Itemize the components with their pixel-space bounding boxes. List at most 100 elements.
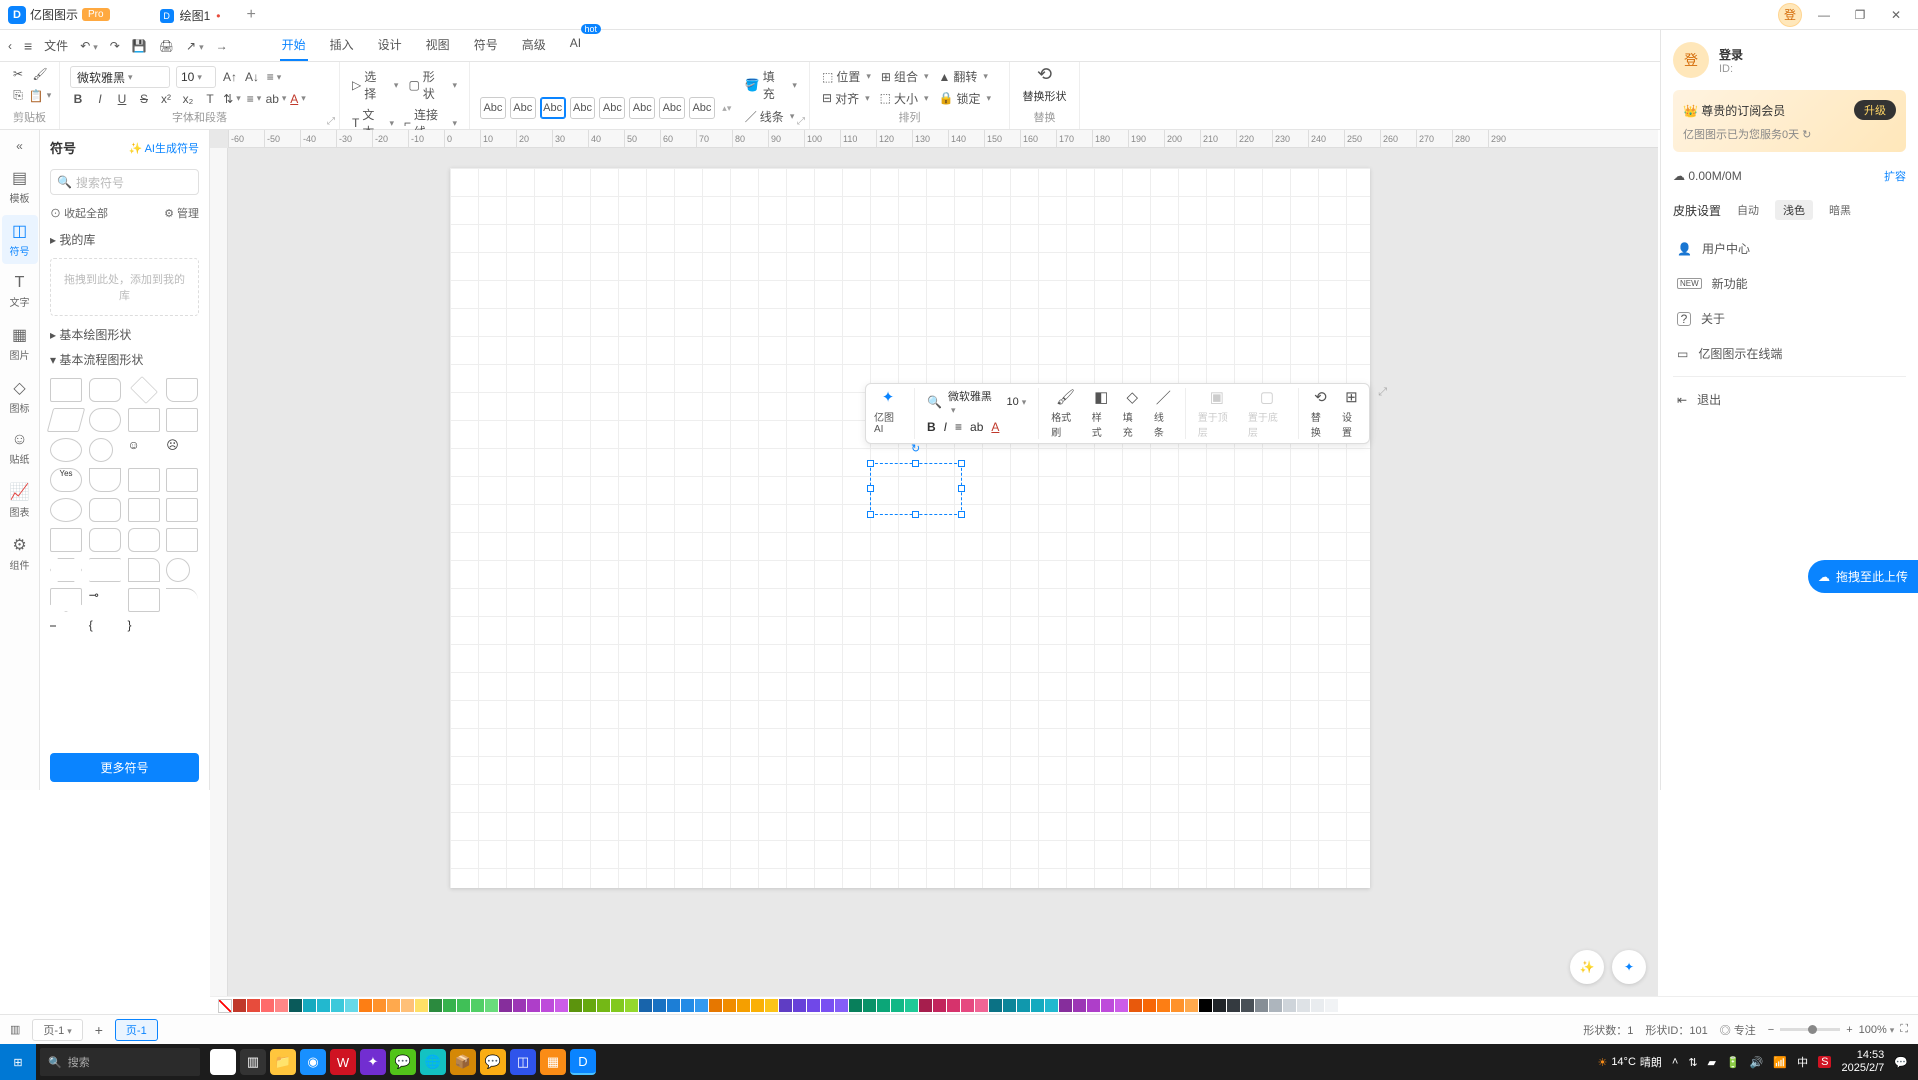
color-swatch[interactable] (779, 999, 792, 1012)
color-swatch[interactable] (863, 999, 876, 1012)
color-swatch[interactable] (709, 999, 722, 1012)
color-swatch[interactable] (835, 999, 848, 1012)
resize-handle-se[interactable] (958, 511, 965, 518)
section-mylib[interactable]: ▸ 我的库 (40, 227, 209, 252)
shape-18[interactable] (89, 498, 121, 522)
tb-app-9[interactable]: 📦 (450, 1049, 476, 1075)
color-swatch[interactable] (765, 999, 778, 1012)
color-swatch[interactable] (1241, 999, 1254, 1012)
color-swatch[interactable] (723, 999, 736, 1012)
tray-volume-icon[interactable]: 🔊 (1750, 1056, 1764, 1069)
strike-icon[interactable]: S (136, 91, 152, 107)
color-swatch[interactable] (793, 999, 806, 1012)
shape-10[interactable] (89, 438, 113, 462)
color-swatch[interactable] (1157, 999, 1170, 1012)
ft-replace[interactable]: ⟲替换 (1311, 388, 1330, 439)
italic-icon[interactable]: I (92, 91, 108, 107)
color-swatch[interactable] (821, 999, 834, 1012)
shrink-font-icon[interactable]: A↓ (244, 69, 260, 85)
case-icon[interactable]: ab (268, 91, 284, 107)
undo-button[interactable]: ↶ (80, 39, 98, 53)
format-painter-icon[interactable]: 🖌 (32, 66, 48, 82)
ft-fontsize[interactable]: 10 (1006, 396, 1026, 408)
color-swatch[interactable] (373, 999, 386, 1012)
color-swatch[interactable] (681, 999, 694, 1012)
resize-handle-sw[interactable] (867, 511, 874, 518)
color-swatch[interactable] (597, 999, 610, 1012)
color-swatch[interactable] (1283, 999, 1296, 1012)
login-title[interactable]: 登录 (1719, 46, 1743, 63)
current-page-tab[interactable]: 页-1 (115, 1019, 158, 1041)
color-swatch[interactable] (359, 999, 372, 1012)
dock-icon[interactable]: ◇图标 (2, 372, 38, 421)
shape-12[interactable]: ☹ (166, 438, 198, 462)
grow-font-icon[interactable]: A↑ (222, 69, 238, 85)
new-tab-button[interactable]: + (238, 6, 263, 24)
shape-5[interactable] (47, 408, 85, 432)
tray-ime-icon[interactable]: 中 (1797, 1054, 1808, 1070)
ft-fontcolor[interactable]: A (991, 420, 999, 434)
style-nav-icon[interactable]: ▴▾ (719, 100, 735, 116)
zoom-in[interactable]: + (1846, 1024, 1852, 1036)
document-tab[interactable]: D 绘图1 • (150, 1, 231, 29)
color-swatch[interactable] (317, 999, 330, 1012)
start-button[interactable]: ⊞ (0, 1044, 36, 1080)
shape-20[interactable] (166, 498, 198, 522)
export-button[interactable]: ↗ (186, 39, 204, 53)
ft-search-icon[interactable]: 🔍 (927, 395, 942, 409)
tab-design[interactable]: 设计 (376, 30, 404, 61)
tab-start[interactable]: 开始 (280, 30, 308, 61)
canvas-page[interactable]: ✦亿图AI 🔍 微软雅黑 10 B I ≡ ab A 🖌格式刷 ◧样式 (450, 168, 1370, 888)
select-tool[interactable]: ▷ 选择 (350, 66, 400, 104)
shape-35[interactable]: } (128, 618, 160, 642)
expand-font-icon[interactable]: ⤢ (327, 116, 335, 127)
color-swatch[interactable] (345, 999, 358, 1012)
tb-app-11[interactable]: ◫ (510, 1049, 536, 1075)
print-button[interactable]: 🖨 (159, 39, 174, 53)
resize-handle-e[interactable] (958, 485, 965, 492)
color-swatch[interactable] (961, 999, 974, 1012)
ft-style[interactable]: ◧样式 (1092, 388, 1111, 439)
color-swatch[interactable] (1017, 999, 1030, 1012)
color-swatch[interactable] (975, 999, 988, 1012)
style-swatch-7[interactable]: Abc (659, 97, 685, 119)
ft-line[interactable]: ／线条 (1154, 388, 1173, 439)
style-swatch-8[interactable]: Abc (689, 97, 715, 119)
color-swatch[interactable] (891, 999, 904, 1012)
color-swatch[interactable] (1031, 999, 1044, 1012)
color-swatch[interactable] (1129, 999, 1142, 1012)
color-swatch[interactable] (583, 999, 596, 1012)
dock-symbols[interactable]: ◫符号 (2, 215, 38, 264)
bullets-icon[interactable]: ≡ (246, 91, 262, 107)
resize-handle-ne[interactable] (958, 460, 965, 467)
resize-handle-s[interactable] (912, 511, 919, 518)
ft-font[interactable]: 微软雅黑 (948, 388, 995, 416)
fullscreen-icon[interactable]: ⛶ (1900, 1023, 1908, 1036)
tab-symbol[interactable]: 符号 (472, 30, 500, 61)
page-layout-icon[interactable]: ▥ (10, 1023, 20, 1036)
back-button[interactable]: ‹ (8, 39, 12, 53)
color-swatch[interactable] (625, 999, 638, 1012)
notifications-icon[interactable]: 💬 (1894, 1056, 1908, 1069)
color-swatch[interactable] (1325, 999, 1338, 1012)
color-swatch[interactable] (261, 999, 274, 1012)
shape-13[interactable]: Yes (50, 468, 82, 492)
bold-icon[interactable]: B (70, 91, 86, 107)
color-swatch[interactable] (303, 999, 316, 1012)
selected-rectangle[interactable]: ↻ (870, 463, 962, 515)
dock-text[interactable]: T文字 (2, 268, 38, 315)
section-flow[interactable]: ▾ 基本流程图形状 (40, 347, 209, 372)
font-select[interactable]: 微软雅黑 (70, 66, 170, 88)
symbol-search-input[interactable]: 🔍 搜索符号 (50, 169, 199, 195)
file-menu[interactable]: 文件 (44, 37, 68, 54)
skin-dark[interactable]: 暗黑 (1821, 200, 1859, 220)
ft-settings[interactable]: ⊞设置 (1342, 388, 1361, 439)
menu-about[interactable]: ?关于 (1673, 302, 1906, 335)
font-size-select[interactable]: 10 (176, 66, 216, 88)
text-direction-icon[interactable]: T (202, 91, 218, 107)
color-swatch[interactable] (401, 999, 414, 1012)
color-swatch[interactable] (737, 999, 750, 1012)
color-swatch[interactable] (1185, 999, 1198, 1012)
tray-nvidia-icon[interactable]: ▰ (1708, 1056, 1716, 1069)
manage-button[interactable]: ⚙ 管理 (164, 205, 199, 221)
